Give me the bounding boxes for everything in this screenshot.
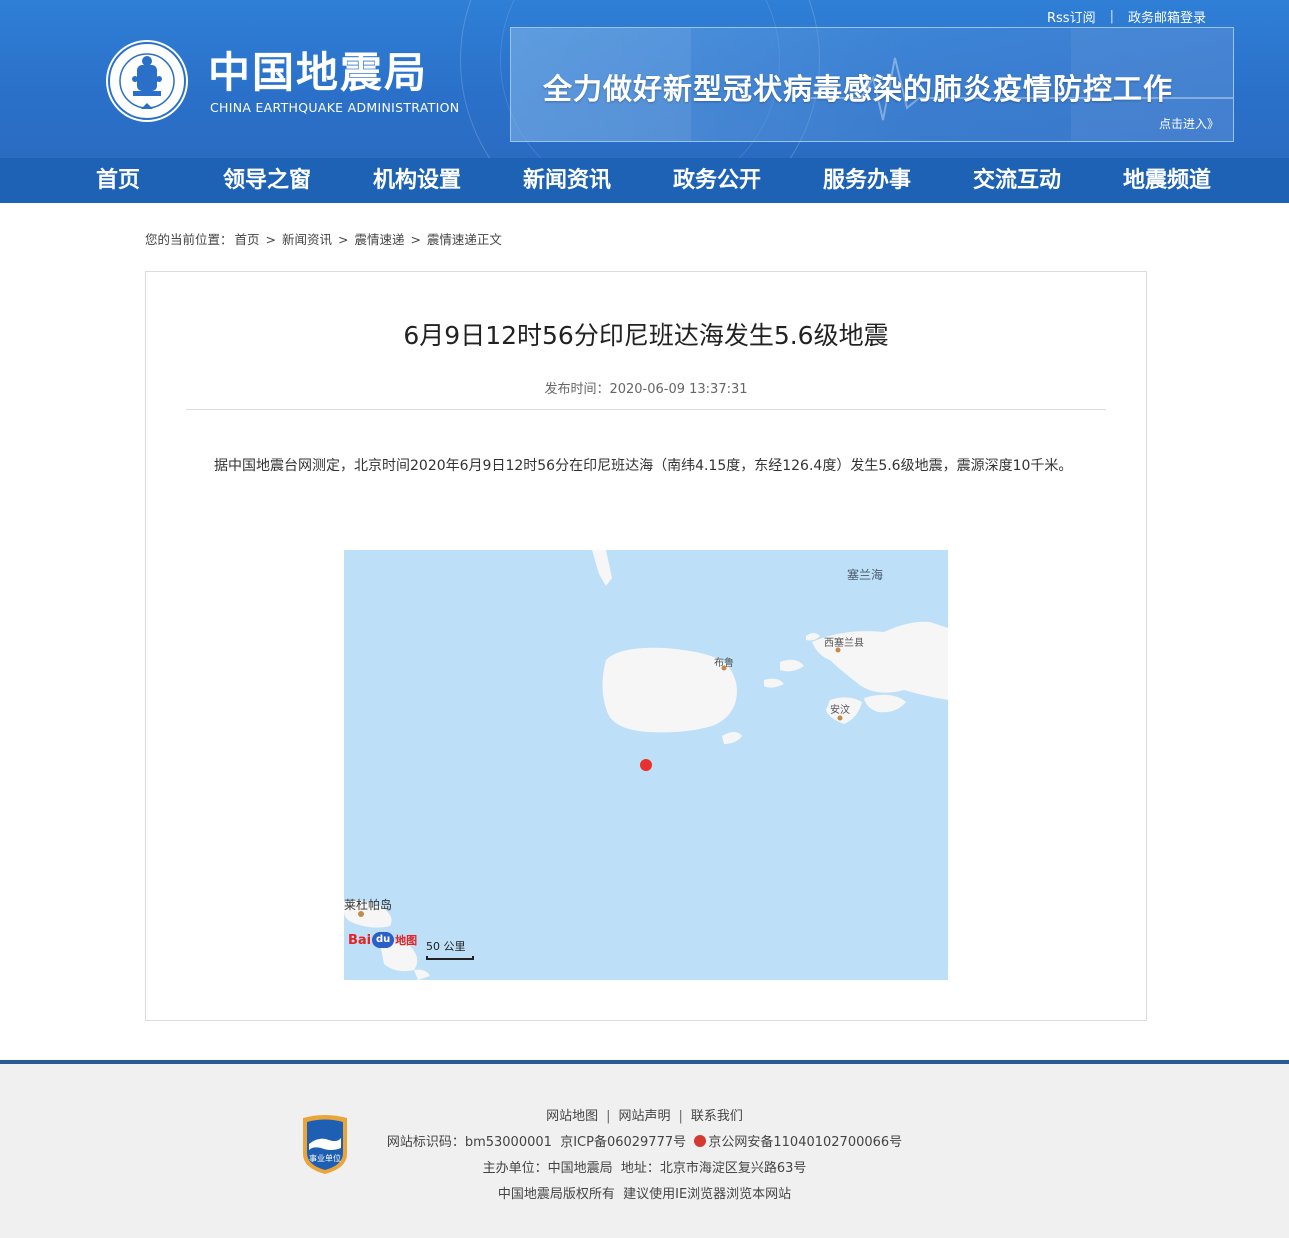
banner-enter-link[interactable]: 点击进入》 <box>1159 115 1219 132</box>
footer-separator: | <box>678 1109 683 1124</box>
breadcrumb-item-news[interactable]: 新闻资讯 <box>282 232 332 247</box>
breadcrumb-separator: > <box>265 232 276 247</box>
map-label-buru: 布鲁 <box>714 658 734 669</box>
site-title[interactable]: 中国地震局 <box>208 48 428 98</box>
map-island <box>864 694 906 713</box>
footer-copyright-row: 中国地震局版权所有 建议使用IE浏览器浏览本网站 <box>0 1182 1289 1208</box>
map-island <box>592 550 612 586</box>
footer-separator: | <box>606 1109 611 1124</box>
baidu-logo-bai: Bai <box>348 932 372 948</box>
article-container: 6月9日12时56分印尼班达海发生5.6级地震 发布时间：2020-06-09 … <box>145 271 1147 1021</box>
footer-host: 主办单位：中国地震局 <box>482 1161 613 1176</box>
baidu-map-logo[interactable]: Bai du 地图 <box>348 932 417 948</box>
footer-host-row: 主办单位：中国地震局 地址：北京市海淀区复兴路63号 <box>0 1156 1289 1182</box>
nav-interaction[interactable]: 交流互动 <box>973 158 1061 203</box>
cea-emblem-icon[interactable] <box>106 40 188 122</box>
map-island <box>806 633 820 641</box>
article-body: 据中国地震台网测定，北京时间2020年6月9日12时56分在印尼班达海（南纬4.… <box>214 458 1073 474</box>
map-label-leti: 莱杜帕岛 <box>344 898 393 912</box>
top-links-separator: | <box>1109 9 1114 24</box>
footer-link-statement[interactable]: 网站声明 <box>618 1109 670 1124</box>
footer-info: 网站地图 | 网站声明 | 联系我们 网站标识码：bm53000001 京ICP备060… <box>0 1104 1289 1208</box>
map-island <box>414 969 430 980</box>
baidu-paw-icon: du <box>372 932 395 948</box>
breadcrumb-prefix: 您的当前位置： <box>145 232 233 247</box>
top-links: Rss订阅 | 政务邮箱登录 <box>1047 7 1206 26</box>
police-badge-icon <box>694 1135 707 1147</box>
footer-police-record[interactable]: 京公网安备11040102700066号 <box>708 1135 902 1150</box>
map-label-seram-sea: 塞兰海 <box>847 568 884 582</box>
nav-leaders[interactable]: 领导之窗 <box>223 158 311 203</box>
breadcrumb-separator: > <box>410 232 421 247</box>
map-label-ambon: 安汶 <box>830 705 850 716</box>
map-scale-label: 50 公里 <box>426 940 466 953</box>
map-island <box>780 659 804 672</box>
article-divider <box>186 409 1106 410</box>
baidu-logo-ditu: 地图 <box>395 934 418 947</box>
breadcrumb-separator: > <box>337 232 349 247</box>
rss-link[interactable]: Rss订阅 <box>1047 7 1096 26</box>
breadcrumb-item-quake-express[interactable]: 震情速递 <box>354 232 404 247</box>
epicenter-map[interactable]: 塞兰海 西塞兰县 布鲁 安汶 莱杜帕岛 Bai du 地图 50 公里 <box>344 550 948 980</box>
banner-title: 全力做好新型冠状病毒感染的肺炎疫情防控工作 <box>543 72 1174 106</box>
footer-links-row: 网站地图 | 网站声明 | 联系我们 <box>0 1104 1289 1130</box>
footer-link-contact[interactable]: 联系我们 <box>691 1109 743 1124</box>
map-island <box>764 678 784 688</box>
nav-services[interactable]: 服务办事 <box>823 158 911 203</box>
epicenter-marker-icon <box>640 759 652 771</box>
footer-site-id: 网站标识码：bm53000001 <box>386 1135 552 1150</box>
breadcrumb-item-current: 震情速递正文 <box>426 232 502 247</box>
nav-news[interactable]: 新闻资讯 <box>523 158 611 203</box>
gov-mail-login-link[interactable]: 政务邮箱登录 <box>1128 7 1206 26</box>
nav-organization[interactable]: 机构设置 <box>373 158 461 203</box>
nav-home[interactable]: 首页 <box>96 158 140 203</box>
main-nav: 首页 领导之窗 机构设置 新闻资讯 政务公开 服务办事 交流互动 地震频道 <box>0 158 1289 203</box>
breadcrumb: 您的当前位置： 首页 > 新闻资讯 > 震情速递 > 震情速递正文 <box>145 229 504 248</box>
map-city-marker <box>837 715 843 721</box>
site-subtitle: CHINA EARTHQUAKE ADMINISTRATION <box>210 100 460 115</box>
footer-address: 地址：北京市海淀区复兴路63号 <box>620 1161 807 1176</box>
map-label-west-seram: 西塞兰县 <box>824 638 864 649</box>
footer-registration-row: 网站标识码：bm53000001 京ICP备06029777号 京公网安备110… <box>0 1130 1289 1156</box>
footer-browser-advice: 建议使用IE浏览器浏览本网站 <box>623 1187 792 1202</box>
map-scale-bar <box>426 956 474 960</box>
nav-government-affairs[interactable]: 政务公开 <box>673 158 761 203</box>
footer-copyright: 中国地震局版权所有 <box>497 1187 615 1202</box>
article-publish-time: 发布时间：2020-06-09 13:37:31 <box>544 382 748 397</box>
footer-link-sitemap[interactable]: 网站地图 <box>546 1109 598 1124</box>
epidemic-banner[interactable]: 全力做好新型冠状病毒感染的肺炎疫情防控工作 点击进入》 <box>510 27 1234 142</box>
breadcrumb-item-home[interactable]: 首页 <box>235 232 260 247</box>
nav-earthquake-channel[interactable]: 地震频道 <box>1123 158 1211 203</box>
article-title: 6月9日12时56分印尼班达海发生5.6级地震 <box>403 321 889 350</box>
site-header: Rss订阅 | 政务邮箱登录 中国地震局 CHINA EARTHQUAKE AD… <box>0 0 1289 158</box>
site-footer: 事业单位 网站地图 | 网站声明 | 联系我们 网站标识码：bm53000001 京IC… <box>0 1060 1289 1238</box>
map-land-shapes <box>344 550 948 980</box>
map-island <box>722 732 742 744</box>
footer-icp[interactable]: 京ICP备06029777号 <box>560 1135 686 1150</box>
